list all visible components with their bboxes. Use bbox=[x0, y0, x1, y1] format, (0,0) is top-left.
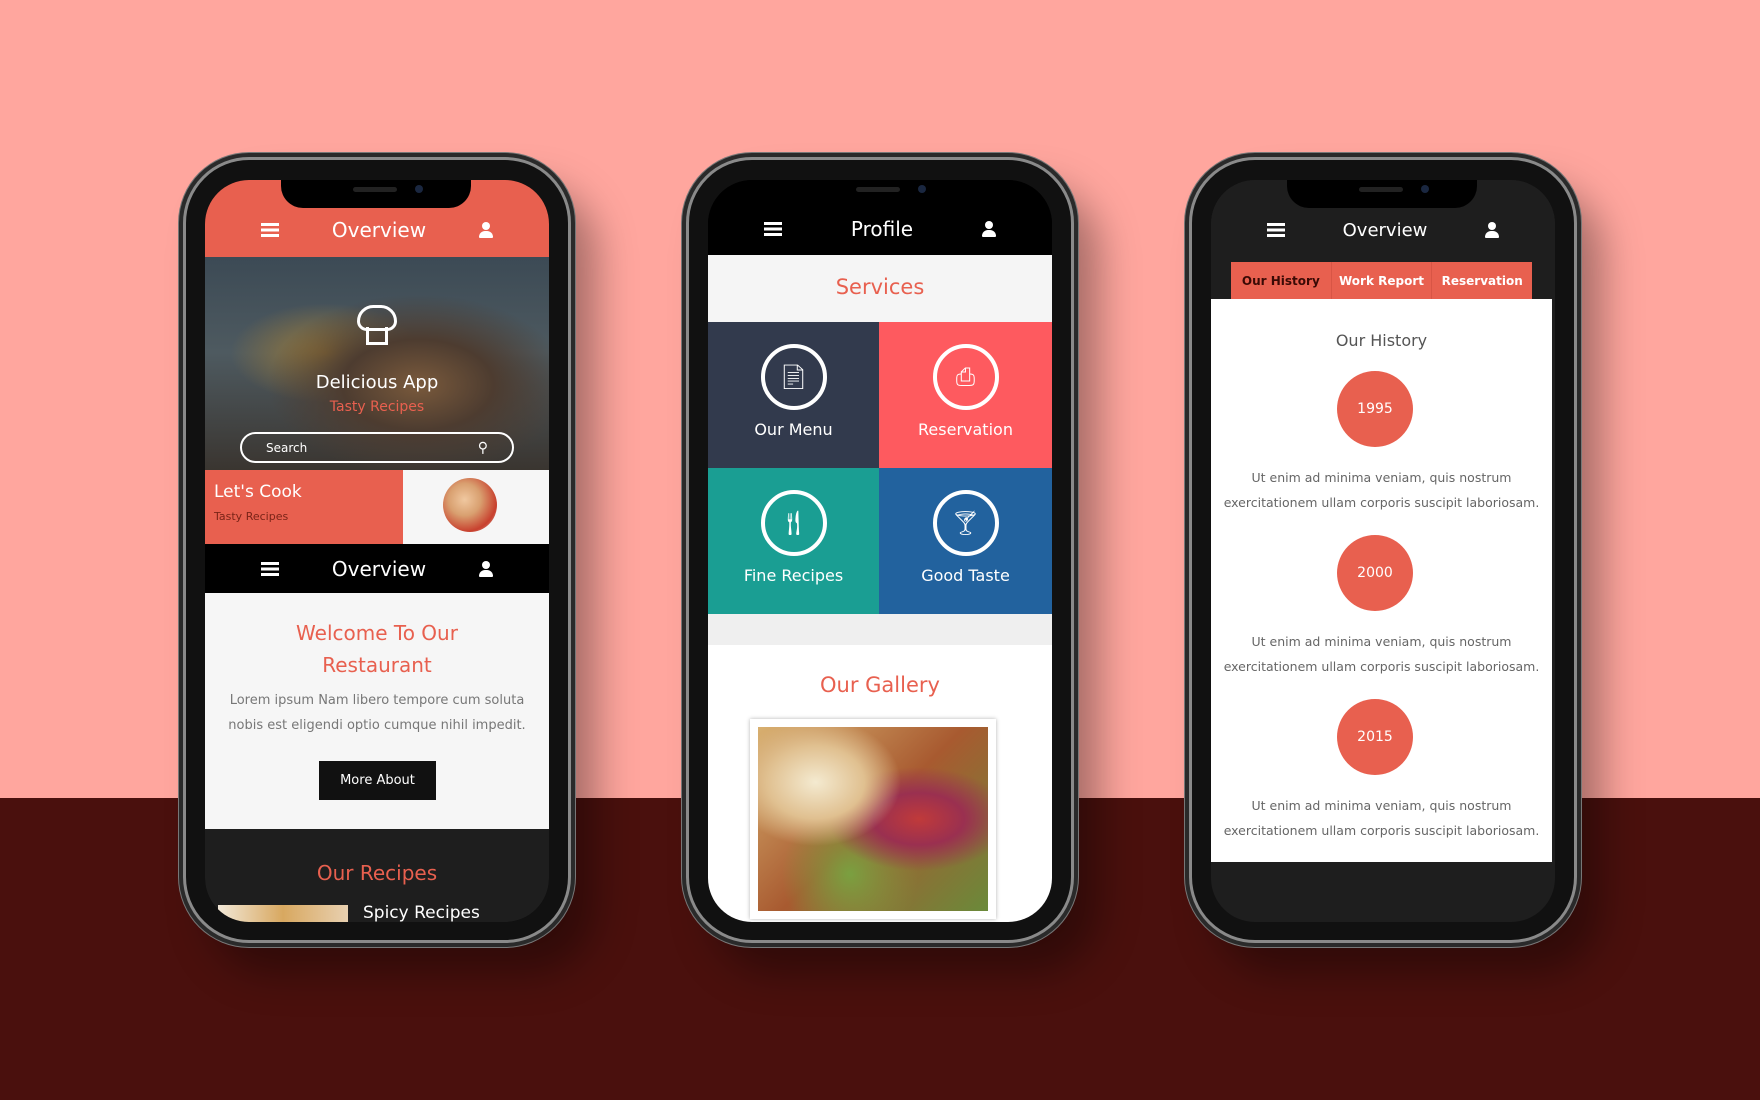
welcome-text: nobis est eligendi optio cumque nihil im… bbox=[228, 718, 526, 733]
phone-history: Overview Our History Work Report Reserva… bbox=[1189, 157, 1577, 943]
tile-reservation[interactable]: ⎙ Reservation bbox=[879, 322, 1052, 468]
history-text: Ut enim ad minima veniam, quis nostrum ex… bbox=[1211, 465, 1552, 515]
chef-hat-icon bbox=[355, 305, 399, 353]
tile-label: Reservation bbox=[918, 420, 1013, 439]
phone-screen: Profile Services 📄︎ Our Menu ⎙ Reservati… bbox=[708, 180, 1052, 922]
recipes-title: Our Recipes bbox=[316, 861, 438, 885]
phone-profile: Profile Services 📄︎ Our Menu ⎙ Reservati… bbox=[686, 157, 1074, 943]
header-title: Overview bbox=[331, 217, 427, 242]
header-title: Profile bbox=[850, 216, 914, 241]
phone-notch bbox=[784, 180, 974, 208]
history-line: Ut enim ad minima veniam, quis nostrum bbox=[1251, 470, 1512, 485]
welcome-title: Welcome To Our Restaurant bbox=[205, 617, 549, 681]
tab-bar: Our History Work Report Reservation bbox=[1231, 262, 1532, 299]
tile-fine-recipes[interactable]: 🍴︎ Fine Recipes bbox=[708, 468, 879, 614]
tile-label: Our Menu bbox=[754, 420, 833, 439]
user-icon[interactable] bbox=[478, 221, 493, 238]
history-line: exercitationem ullam corporis suscipit l… bbox=[1223, 659, 1540, 674]
gallery-section: Our Gallery bbox=[708, 645, 1052, 922]
recipes-section: Our Recipes Spicy Recipes bbox=[205, 829, 549, 922]
history-line: Ut enim ad minima veniam, quis nostrum bbox=[1251, 798, 1512, 813]
welcome-section: Welcome To Our Restaurant Lorem ipsum Na… bbox=[205, 593, 549, 829]
file-icon: 📄︎ bbox=[760, 344, 827, 410]
more-about-button[interactable]: More About bbox=[319, 761, 436, 800]
recipe-image bbox=[218, 905, 348, 922]
history-title: Our History bbox=[1335, 331, 1428, 350]
welcome-title-line: Welcome To Our bbox=[296, 621, 458, 645]
lets-cook-card[interactable]: Let's Cook Tasty Recipes bbox=[205, 470, 403, 544]
phone-screen: Overview Delicious App Tasty Recipes Sea… bbox=[205, 180, 549, 922]
hero-subtitle: Tasty Recipes bbox=[329, 399, 425, 415]
cook-image-panel bbox=[403, 470, 549, 544]
phone-notch bbox=[1287, 180, 1477, 208]
tab-work-report[interactable]: Work Report bbox=[1332, 262, 1433, 299]
header-title: Overview bbox=[1342, 219, 1428, 241]
year-badge: 2000 bbox=[1337, 535, 1413, 611]
history-panel: Our History 1995 Ut enim ad minima venia… bbox=[1211, 299, 1552, 862]
welcome-title-line: Restaurant bbox=[322, 653, 432, 677]
phone-screen: Overview Our History Work Report Reserva… bbox=[1211, 180, 1555, 922]
list-icon[interactable] bbox=[1267, 223, 1285, 237]
nav-title: Overview bbox=[331, 556, 427, 581]
cutlery-icon: 🍴︎ bbox=[760, 490, 827, 556]
search-placeholder: Search bbox=[266, 440, 308, 455]
tile-label: Good Taste bbox=[921, 566, 1010, 585]
hero-banner: Delicious App Tasty Recipes Search ⚲ bbox=[205, 257, 549, 470]
user-icon[interactable] bbox=[982, 220, 996, 237]
user-icon[interactable] bbox=[1485, 222, 1499, 238]
user-icon[interactable] bbox=[478, 560, 493, 577]
cook-subtitle: Tasty Recipes bbox=[214, 510, 289, 523]
list-icon[interactable] bbox=[764, 221, 782, 236]
history-line: exercitationem ullam corporis suscipit l… bbox=[1223, 823, 1540, 838]
search-icon[interactable]: ⚲ bbox=[478, 440, 488, 456]
history-line: Ut enim ad minima veniam, quis nostrum bbox=[1251, 634, 1512, 649]
history-line: exercitationem ullam corporis suscipit l… bbox=[1223, 495, 1540, 510]
spacer bbox=[708, 614, 1052, 645]
phone-notch bbox=[281, 180, 471, 208]
gallery-title: Our Gallery bbox=[820, 673, 940, 697]
tile-label: Fine Recipes bbox=[743, 566, 844, 585]
tile-good-taste[interactable]: 🍸︎ Good Taste bbox=[879, 468, 1052, 614]
history-text: Ut enim ad minima veniam, quis nostrum ex… bbox=[1211, 629, 1552, 679]
services-title: Services bbox=[835, 275, 925, 299]
year-badge: 1995 bbox=[1337, 371, 1413, 447]
chef-avatar bbox=[443, 478, 497, 532]
gallery-image-frame[interactable] bbox=[750, 719, 996, 919]
hero-title: Delicious App bbox=[315, 372, 439, 393]
gallery-image bbox=[758, 727, 988, 911]
tile-our-menu[interactable]: 📄︎ Our Menu bbox=[708, 322, 879, 468]
welcome-text: Lorem ipsum Nam libero tempore cum solut… bbox=[229, 693, 525, 708]
cocktail-icon: 🍸︎ bbox=[932, 490, 999, 556]
nav-bar: Overview bbox=[205, 544, 549, 593]
list-icon[interactable] bbox=[261, 222, 279, 237]
tab-our-history[interactable]: Our History bbox=[1231, 262, 1332, 299]
recipe-item-title[interactable]: Spicy Recipes bbox=[363, 903, 480, 922]
year-badge: 2015 bbox=[1337, 699, 1413, 775]
services-header: Services bbox=[708, 255, 1052, 322]
history-text: Ut enim ad minima veniam, quis nostrum ex… bbox=[1211, 793, 1552, 843]
list-icon[interactable] bbox=[261, 561, 279, 576]
search-input[interactable]: Search ⚲ bbox=[240, 432, 514, 463]
tab-reservation[interactable]: Reservation bbox=[1432, 262, 1532, 299]
printer-icon: ⎙ bbox=[932, 344, 999, 410]
cook-title: Let's Cook bbox=[214, 482, 302, 502]
phone-overview: Overview Delicious App Tasty Recipes Sea… bbox=[183, 157, 571, 943]
